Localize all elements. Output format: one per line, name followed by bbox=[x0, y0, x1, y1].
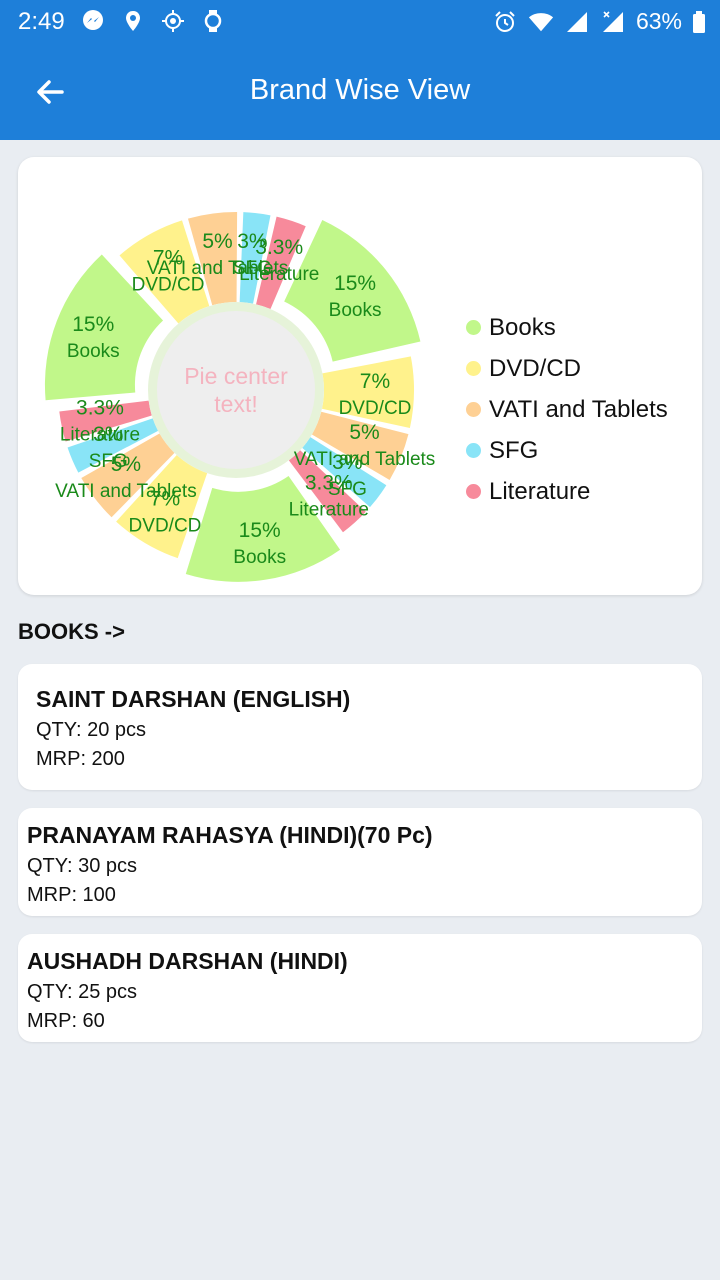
messenger-icon bbox=[80, 8, 106, 34]
product-card[interactable]: AUSHADH DARSHAN (HINDI) QTY: 25 pcs MRP:… bbox=[18, 934, 702, 1042]
slice-category-label: Literature bbox=[239, 264, 319, 285]
chart-legend: Books DVD/CD VATI and Tablets SFG Literature bbox=[466, 307, 668, 512]
product-mrp: MRP: 100 bbox=[27, 884, 116, 906]
legend-dot bbox=[466, 443, 481, 458]
product-name: PRANAYAM RAHASYA (HINDI)(70 Pc) bbox=[27, 822, 433, 848]
battery-percent: 63% bbox=[635, 8, 682, 34]
legend-label: SFG bbox=[489, 436, 539, 464]
slice-category-label: Literature bbox=[289, 499, 369, 520]
pie-chart[interactable]: Pie centertext!15%Books7%DVD/CD5%VATI an… bbox=[18, 157, 458, 595]
status-bar: 2:49 63% bbox=[0, 0, 720, 44]
slice-category-label: Books bbox=[233, 547, 286, 568]
slice-value-label: 15% bbox=[239, 519, 281, 542]
pie-hole bbox=[157, 311, 315, 469]
legend-label: Books bbox=[489, 313, 556, 341]
battery-icon bbox=[692, 9, 706, 35]
slice-category-label: VATI and Tablets bbox=[294, 449, 436, 470]
app-bar: Brand Wise View bbox=[0, 44, 720, 140]
chart-card: Pie center text! 15% Books 7% DVD/CD 5% VATI an… bbox=[18, 157, 702, 595]
legend-dot bbox=[466, 402, 481, 417]
slice-value-label: 15% bbox=[334, 272, 376, 295]
slice-category-label: Literature bbox=[60, 425, 140, 446]
slice-value-label: 5% bbox=[202, 230, 232, 253]
slice-value-label: 3.3% bbox=[305, 471, 353, 494]
page-title: Brand Wise View bbox=[249, 74, 471, 106]
pie-center-text: Pie center bbox=[184, 363, 288, 389]
signal-x-icon bbox=[600, 9, 626, 35]
slice-category-label: Books bbox=[67, 341, 120, 362]
location-icon bbox=[120, 8, 146, 34]
slice-value-label: 5% bbox=[349, 421, 379, 444]
legend-dot bbox=[466, 361, 481, 376]
legend-dot bbox=[466, 320, 481, 335]
slice-category-label: DVD/CD bbox=[129, 515, 202, 536]
status-icons-right: 63% bbox=[492, 8, 706, 35]
product-mrp: MRP: 200 bbox=[36, 748, 125, 770]
section-title: BOOKS -> bbox=[18, 619, 125, 644]
legend-item: DVD/CD bbox=[466, 348, 668, 389]
legend-item: Literature bbox=[466, 471, 668, 512]
slice-value-label: 7% bbox=[360, 370, 390, 393]
legend-item: SFG bbox=[466, 430, 668, 471]
watch-icon bbox=[200, 8, 226, 34]
product-mrp: MRP: 60 bbox=[27, 1010, 105, 1032]
signal-icon bbox=[564, 9, 590, 35]
legend-label: DVD/CD bbox=[489, 354, 582, 382]
product-qty: QTY: 30 pcs bbox=[27, 855, 138, 877]
status-icons-left bbox=[80, 8, 226, 34]
slice-value-label: 3.3% bbox=[76, 397, 124, 420]
pie-center-text: text! bbox=[214, 391, 257, 417]
legend-item: VATI and Tablets bbox=[466, 389, 668, 430]
status-time: 2:49 bbox=[18, 8, 65, 35]
product-qty: QTY: 25 pcs bbox=[27, 981, 138, 1003]
product-name: SAINT DARSHAN (ENGLISH) bbox=[36, 686, 351, 712]
product-name: AUSHADH DARSHAN (HINDI) bbox=[27, 948, 348, 974]
product-card[interactable]: PRANAYAM RAHASYA (HINDI)(70 Pc) QTY: 30 … bbox=[18, 808, 702, 916]
slice-category-label: Books bbox=[329, 300, 382, 321]
slice-category-label: SFG bbox=[89, 451, 128, 472]
gps-icon bbox=[160, 8, 186, 34]
alarm-icon bbox=[492, 9, 518, 35]
slice-value-label: 3.3% bbox=[255, 236, 303, 259]
product-card[interactable]: SAINT DARSHAN (ENGLISH) QTY: 20 pcs MRP:… bbox=[18, 664, 702, 790]
wifi-icon bbox=[528, 9, 554, 35]
slice-category-label: DVD/CD bbox=[339, 398, 412, 419]
slice-category-label: VATI and Tablets bbox=[55, 481, 197, 502]
product-qty: QTY: 20 pcs bbox=[36, 719, 147, 741]
legend-label: VATI and Tablets bbox=[489, 395, 668, 423]
legend-item: Books bbox=[466, 307, 668, 348]
legend-label: Literature bbox=[489, 477, 591, 505]
legend-dot bbox=[466, 484, 481, 499]
slice-value-label: 15% bbox=[72, 313, 114, 336]
